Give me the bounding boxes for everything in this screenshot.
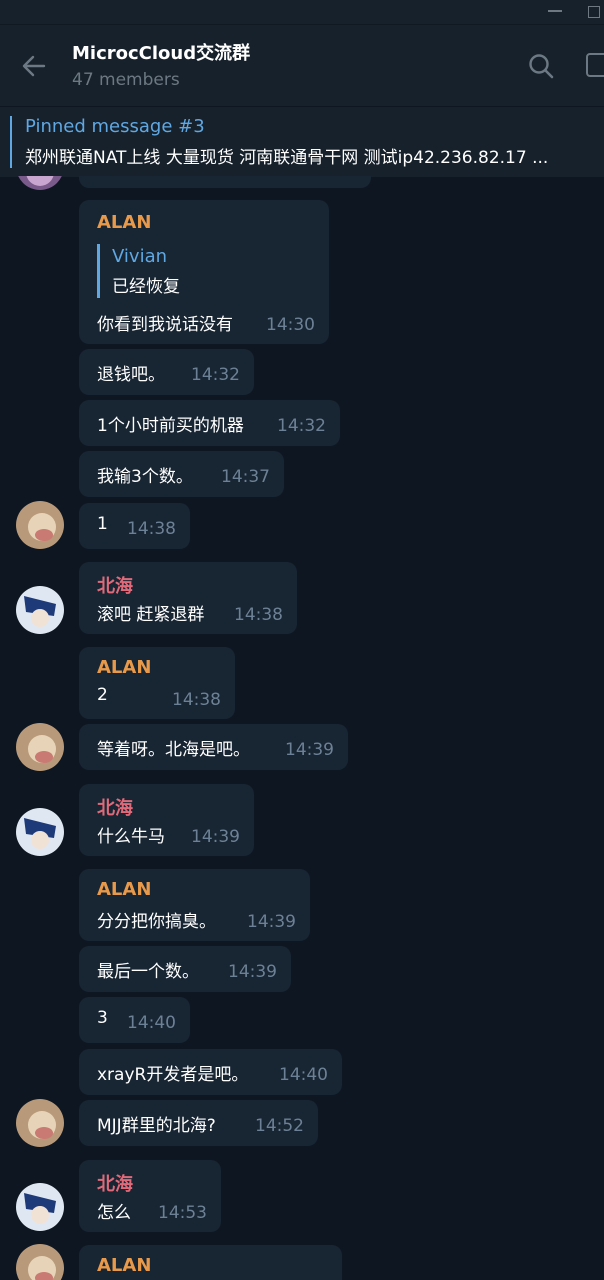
pinned-message-bar[interactable]: Pinned message #3 郑州联通NAT上线 大量现货 河南联通骨干网… [0, 106, 604, 177]
sender-name[interactable]: ALAN [97, 657, 151, 678]
sender-name[interactable]: 北海 [97, 572, 133, 598]
message-bubble[interactable]: MJJ群里的北海? 14:52 [79, 1100, 318, 1146]
avatar-beihai[interactable] [16, 586, 64, 634]
chat-title[interactable]: MicrocCloud交流群 [72, 39, 250, 65]
message-text: 你看到我说话没有 [97, 315, 233, 335]
maximize-icon[interactable] [588, 6, 600, 18]
avatar-beihai[interactable] [16, 1183, 64, 1231]
message-time: 14:40 [127, 1013, 176, 1033]
message-text: 什么牛马 [97, 827, 165, 847]
message-time: 14:37 [221, 467, 270, 487]
message-text: 等着呀。北海是吧。 [97, 740, 250, 760]
chat-header: MicrocCloud交流群 47 members [0, 24, 604, 107]
sender-name[interactable]: ALAN [97, 879, 151, 900]
message-time: 14:52 [255, 1116, 304, 1136]
avatar-alan[interactable] [16, 723, 64, 771]
message-bubble[interactable]: 北海 滚吧 赶紧退群 14:38 [79, 562, 297, 634]
message-text: 最后一个数。 [97, 962, 199, 982]
message-bubble[interactable]: 1个小时前买的机器 14:32 [79, 400, 340, 446]
message-bubble[interactable]: 等着呀。北海是吧。 14:39 [79, 724, 348, 770]
message-text: 3 [97, 1008, 108, 1028]
message-bubble[interactable]: 北海 什么牛马 14:39 [79, 784, 254, 856]
reply-quote[interactable]: Vivian 已经恢复 [97, 244, 300, 298]
message-time: 14:53 [158, 1203, 207, 1223]
message-bubble-partial[interactable]: ALAN [79, 1245, 342, 1280]
message-time: 14:39 [228, 962, 277, 982]
avatar-partial[interactable] [16, 176, 64, 190]
message-time: 14:38 [172, 690, 221, 710]
message-time: 14:32 [277, 416, 326, 436]
message-time: 14:40 [279, 1065, 328, 1085]
message-text: 我输3个数。 [97, 467, 193, 487]
message-bubble[interactable]: 3 14:40 [79, 997, 190, 1043]
message-text: MJJ群里的北海? [97, 1116, 216, 1136]
search-icon[interactable] [526, 51, 556, 81]
message-bubble[interactable]: 1 14:38 [79, 503, 190, 549]
message-time: 14:32 [191, 365, 240, 385]
message-time: 14:38 [127, 519, 176, 539]
message-text: 滚吧 赶紧退群 [97, 605, 205, 625]
message-text: 怎么 [97, 1203, 131, 1223]
avatar-alan[interactable] [16, 1244, 64, 1280]
message-bubble[interactable]: ALAN 2 14:38 [79, 647, 235, 719]
message-bubble[interactable]: 最后一个数。 14:39 [79, 946, 291, 992]
sender-name[interactable]: ALAN [97, 1255, 151, 1276]
message-text: 1个小时前买的机器 [97, 416, 244, 436]
message-text: xrayR开发者是吧。 [97, 1065, 249, 1085]
message-time: 14:39 [247, 912, 296, 932]
message-time: 14:38 [234, 605, 283, 625]
back-arrow-icon[interactable] [18, 50, 50, 82]
message-text: 2 [97, 685, 108, 705]
message-bubble[interactable]: ALAN Vivian 已经恢复 你看到我说话没有 14:30 [79, 200, 329, 344]
message-text: 1 [97, 514, 108, 534]
message-list[interactable]: ALAN Vivian 已经恢复 你看到我说话没有 14:30 退钱吧。 14:… [0, 176, 604, 1280]
quote-text: 已经恢复 [112, 277, 180, 297]
window-titlebar [0, 0, 604, 24]
member-count: 47 members [72, 70, 180, 90]
message-bubble[interactable]: xrayR开发者是吧。 14:40 [79, 1049, 342, 1095]
avatar-alan[interactable] [16, 1099, 64, 1147]
message-bubble[interactable]: 退钱吧。 14:32 [79, 349, 254, 395]
message-bubble-partial[interactable] [79, 176, 371, 188]
pinned-title: Pinned message #3 [25, 116, 205, 137]
avatar-beihai[interactable] [16, 808, 64, 856]
pinned-indicator [10, 116, 12, 168]
quote-sender: Vivian [112, 246, 168, 267]
pinned-text: 郑州联通NAT上线 大量现货 河南联通骨干网 测试ip42.236.82.17 … [25, 148, 549, 168]
more-options-icon[interactable] [586, 53, 604, 77]
message-time: 14:30 [266, 315, 315, 335]
sender-name[interactable]: ALAN [97, 212, 151, 233]
minimize-icon[interactable] [548, 10, 562, 12]
message-text: 分分把你搞臭。 [97, 912, 216, 932]
avatar-alan[interactable] [16, 501, 64, 549]
message-bubble[interactable]: ALAN 分分把你搞臭。 14:39 [79, 869, 310, 941]
message-text: 退钱吧。 [97, 365, 165, 385]
message-time: 14:39 [285, 740, 334, 760]
sender-name[interactable]: 北海 [97, 1170, 133, 1196]
message-time: 14:39 [191, 827, 240, 847]
message-bubble[interactable]: 北海 怎么 14:53 [79, 1160, 221, 1232]
sender-name[interactable]: 北海 [97, 794, 133, 820]
message-bubble[interactable]: 我输3个数。 14:37 [79, 451, 284, 497]
